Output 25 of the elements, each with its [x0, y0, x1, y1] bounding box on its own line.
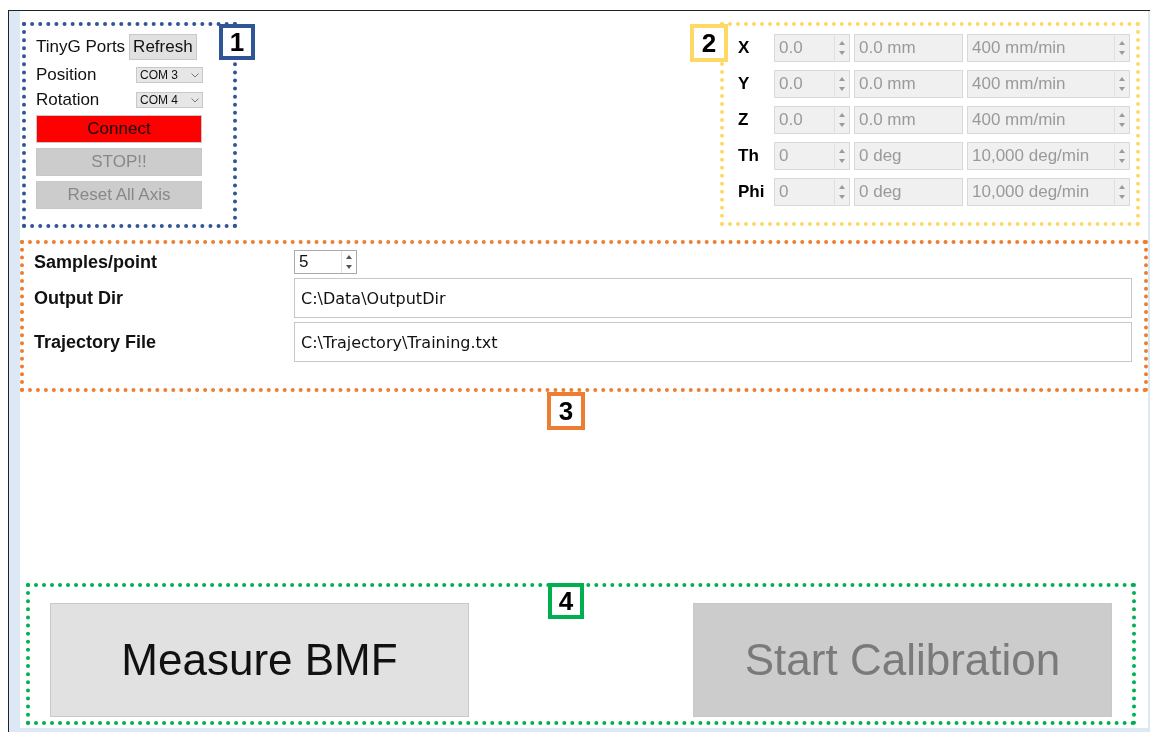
- axis-label: X: [738, 38, 751, 58]
- chevron-down-icon: [191, 72, 199, 78]
- callout-badge: 1: [219, 24, 255, 60]
- chevron-down-icon: [191, 97, 199, 103]
- port-label: Position: [36, 65, 98, 85]
- port-dropdown[interactable]: COM 3: [136, 67, 203, 83]
- refresh-button[interactable]: Refresh: [129, 34, 197, 60]
- number-field[interactable]: 5: [294, 250, 357, 274]
- callout-badge: 3: [547, 392, 585, 430]
- axis-label: Z: [738, 110, 750, 130]
- axis-label: Th: [738, 146, 760, 166]
- callout-badge: 4: [548, 583, 584, 619]
- field-label: Output Dir: [34, 287, 124, 309]
- port-dropdown[interactable]: COM 4: [136, 92, 203, 108]
- callout-badge: 2: [690, 24, 728, 62]
- axis-label: Phi: [738, 182, 766, 202]
- port-label: Rotation: [36, 90, 101, 110]
- action-button[interactable]: Connect: [36, 115, 202, 143]
- axis-label: Y: [738, 74, 751, 94]
- ports-label: TinyG Ports: [36, 37, 126, 57]
- input-field[interactable]: C:\Data\OutputDir: [294, 278, 1132, 318]
- input-field[interactable]: C:\Trajectory\Training.txt: [294, 322, 1132, 362]
- action-button[interactable]: Measure BMF: [50, 603, 469, 717]
- field-label: Trajectory File: [34, 331, 158, 353]
- field-label: Samples/point: [34, 251, 159, 273]
